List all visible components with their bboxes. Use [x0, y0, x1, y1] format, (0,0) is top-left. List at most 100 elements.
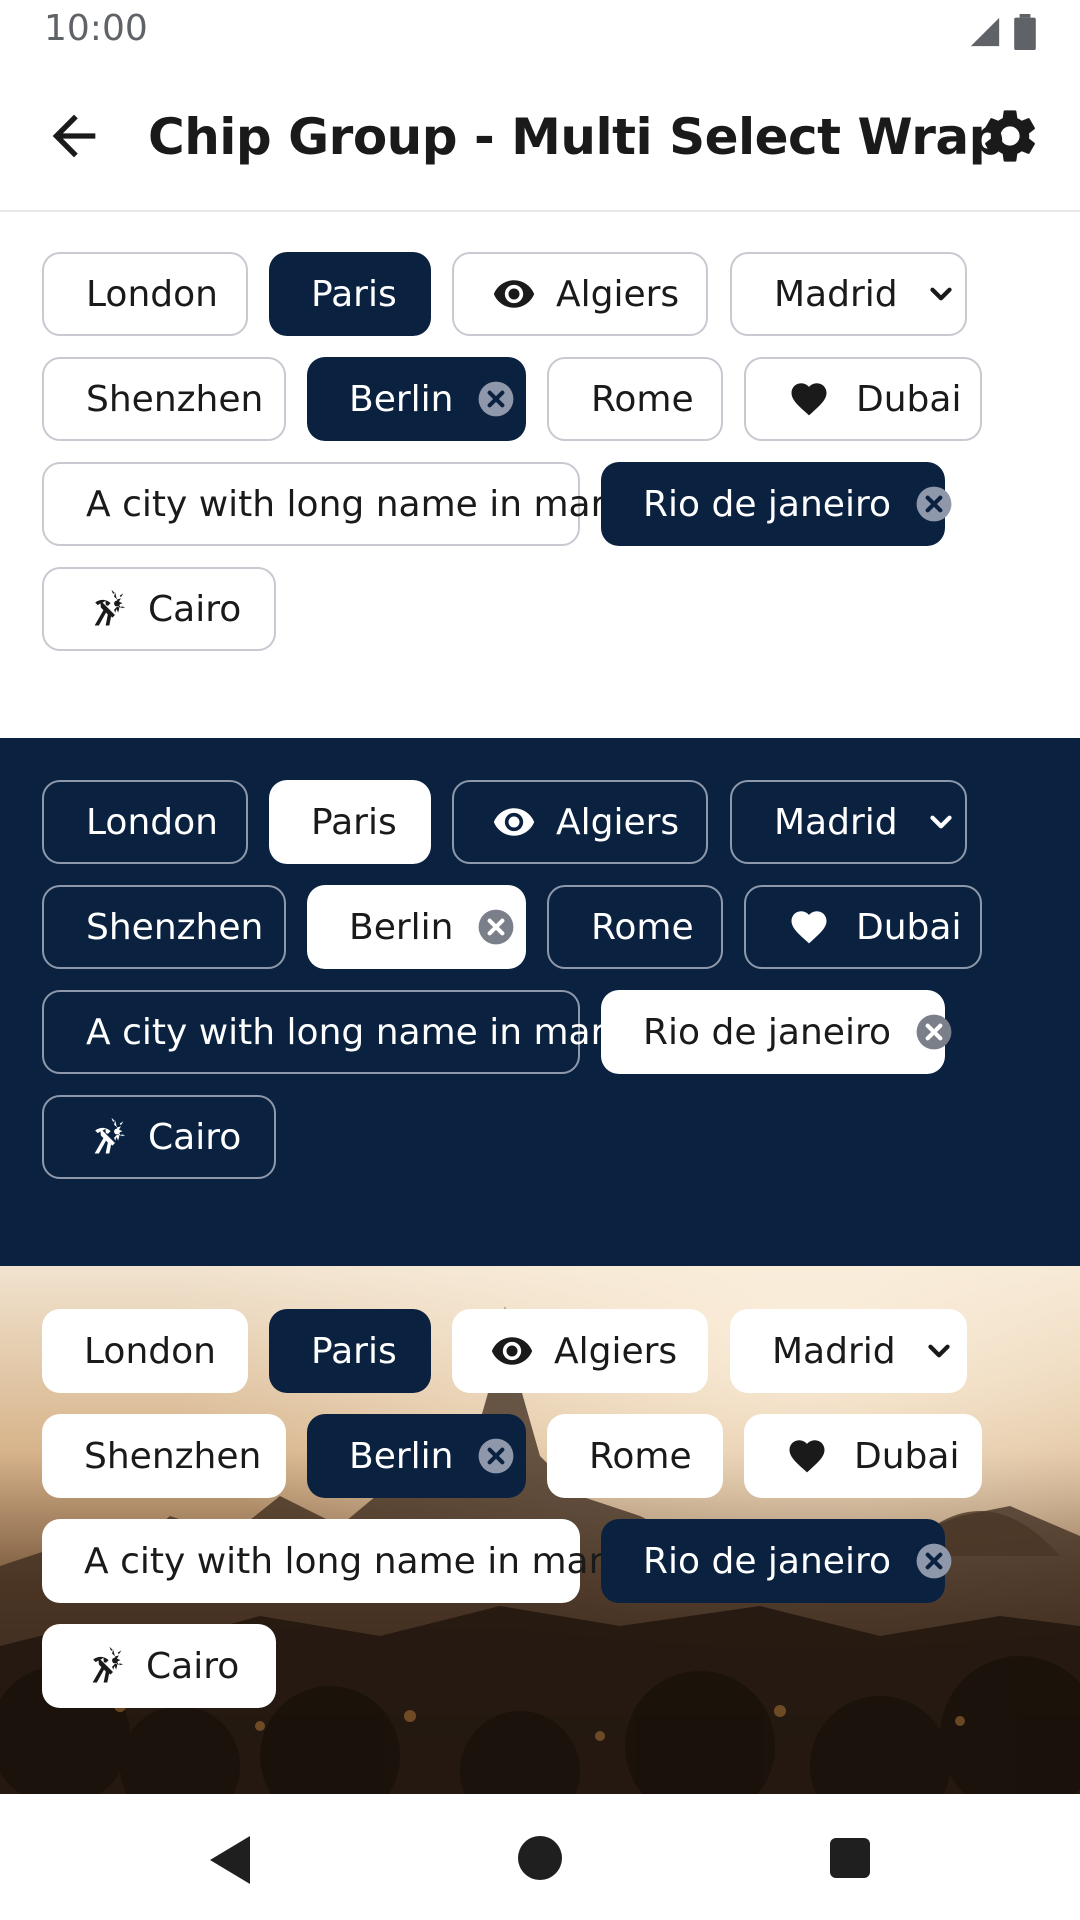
chip-cairo[interactable]: Cairo: [42, 567, 276, 651]
chip-rio[interactable]: Rio de janeiro: [601, 990, 952, 1074]
chip-group-light: London Paris Algiers Madrid Shenzhen Ber…: [0, 212, 1080, 738]
chip-rio[interactable]: Rio de janeiro: [601, 1519, 952, 1603]
chip-dubai[interactable]: Dubai: [744, 357, 982, 441]
clear-icon[interactable]: [915, 1542, 953, 1580]
clear-icon[interactable]: [915, 1013, 953, 1051]
chip-label: Paris: [311, 1330, 397, 1372]
chip-label: Rome: [591, 906, 694, 948]
chip-rome[interactable]: Rome: [547, 885, 723, 969]
status-bar: 10:00: [0, 0, 1080, 64]
chip-rio[interactable]: Rio de janeiro: [601, 462, 952, 546]
chip-long-city[interactable]: A city with long name in mars: [42, 990, 624, 1074]
chip-label: London: [86, 801, 218, 843]
settings-button[interactable]: [978, 104, 1042, 168]
chip-label: Madrid: [774, 801, 898, 843]
chevron-down-icon: [924, 805, 958, 839]
nav-back-icon[interactable]: [206, 1834, 254, 1886]
chip-paris[interactable]: Paris: [269, 252, 431, 336]
nav-recents-icon[interactable]: [828, 1836, 872, 1880]
beach-icon: [84, 1115, 128, 1159]
page-title: Chip Group - Multi Select Wrap: [148, 108, 1004, 166]
status-icons: [968, 14, 1036, 50]
chip-paris[interactable]: Paris: [269, 1309, 431, 1393]
chip-label: Shenzhen: [84, 1435, 262, 1477]
chip-label: London: [84, 1330, 216, 1372]
chip-group-photo: London Paris Algiers Madrid Shenzhen Ber…: [0, 1266, 1080, 1794]
eye-icon: [492, 800, 536, 844]
chip-cairo[interactable]: Cairo: [42, 1624, 276, 1708]
chip-shenzhen[interactable]: Shenzhen: [42, 885, 286, 969]
chip-label: Dubai: [856, 906, 962, 948]
chip-label: Cairo: [146, 1645, 240, 1687]
chip-label: Rio de janeiro: [643, 1011, 891, 1053]
clear-icon[interactable]: [477, 908, 515, 946]
chip-label: Berlin: [349, 906, 454, 948]
chip-berlin[interactable]: Berlin: [307, 1414, 526, 1498]
chip-cairo[interactable]: Cairo: [42, 1095, 276, 1179]
battery-icon: [1014, 14, 1036, 50]
chip-algiers[interactable]: Algiers: [452, 1309, 708, 1393]
gear-icon: [985, 110, 1035, 162]
chip-long-city[interactable]: A city with long name in mars: [42, 462, 624, 546]
chip-berlin[interactable]: Berlin: [307, 357, 526, 441]
chip-group-dark: London Paris Algiers Madrid Shenzhen Ber…: [0, 738, 1080, 1266]
back-button[interactable]: [42, 104, 106, 168]
chip-madrid[interactable]: Madrid: [730, 780, 967, 864]
nav-home-icon[interactable]: [516, 1834, 564, 1882]
chip-label: Cairo: [148, 1116, 242, 1158]
chip-label: Dubai: [854, 1435, 960, 1477]
chip-paris[interactable]: Paris: [269, 780, 431, 864]
chip-shenzhen[interactable]: Shenzhen: [42, 1414, 286, 1498]
chip-algiers[interactable]: Algiers: [452, 780, 708, 864]
chip-dubai[interactable]: Dubai: [744, 885, 982, 969]
chip-label: A city with long name in mars: [84, 1540, 623, 1582]
chip-label: Algiers: [556, 801, 680, 843]
chip-rome[interactable]: Rome: [547, 357, 723, 441]
heart-icon: [788, 906, 830, 948]
beach-icon: [82, 1644, 126, 1688]
chip-label: Dubai: [856, 378, 962, 420]
chip-madrid[interactable]: Madrid: [730, 1309, 967, 1393]
chip-label: London: [86, 273, 218, 315]
chip-berlin[interactable]: Berlin: [307, 885, 526, 969]
chip-label: Berlin: [349, 378, 454, 420]
chip-madrid[interactable]: Madrid: [730, 252, 967, 336]
chip-label: Shenzhen: [86, 906, 264, 948]
eye-icon: [492, 272, 536, 316]
beach-icon: [84, 587, 128, 631]
clear-icon[interactable]: [915, 485, 953, 523]
chip-label: Berlin: [349, 1435, 454, 1477]
app-bar: Chip Group - Multi Select Wrap: [0, 64, 1080, 212]
chip-label: A city with long name in mars: [86, 1011, 625, 1053]
chip-label: Madrid: [774, 273, 898, 315]
chip-label: Rome: [589, 1435, 692, 1477]
chip-label: A city with long name in mars: [86, 483, 625, 525]
chip-label: Paris: [311, 273, 397, 315]
system-nav-bar: [0, 1794, 1080, 1920]
chip-long-city[interactable]: A city with long name in mars: [42, 1519, 622, 1603]
clear-icon[interactable]: [477, 380, 515, 418]
clear-icon[interactable]: [477, 1437, 515, 1475]
arrow-back-icon: [52, 114, 96, 158]
chip-label: Algiers: [554, 1330, 678, 1372]
chip-london[interactable]: London: [42, 780, 248, 864]
chip-label: Paris: [311, 801, 397, 843]
chevron-down-icon: [922, 1334, 956, 1368]
chip-label: Madrid: [772, 1330, 896, 1372]
chip-london[interactable]: London: [42, 252, 248, 336]
chip-label: Algiers: [556, 273, 680, 315]
chip-shenzhen[interactable]: Shenzhen: [42, 357, 286, 441]
signal-icon: [970, 17, 1000, 47]
chip-london[interactable]: London: [42, 1309, 248, 1393]
chip-algiers[interactable]: Algiers: [452, 252, 708, 336]
chip-label: Cairo: [148, 588, 242, 630]
chip-label: Rome: [591, 378, 694, 420]
heart-icon: [788, 378, 830, 420]
heart-icon: [786, 1435, 828, 1477]
chip-label: Shenzhen: [86, 378, 264, 420]
chip-label: Rio de janeiro: [643, 1540, 891, 1582]
chip-dubai[interactable]: Dubai: [744, 1414, 982, 1498]
chip-rome[interactable]: Rome: [547, 1414, 723, 1498]
chevron-down-icon: [924, 277, 958, 311]
chip-label: Rio de janeiro: [643, 483, 891, 525]
